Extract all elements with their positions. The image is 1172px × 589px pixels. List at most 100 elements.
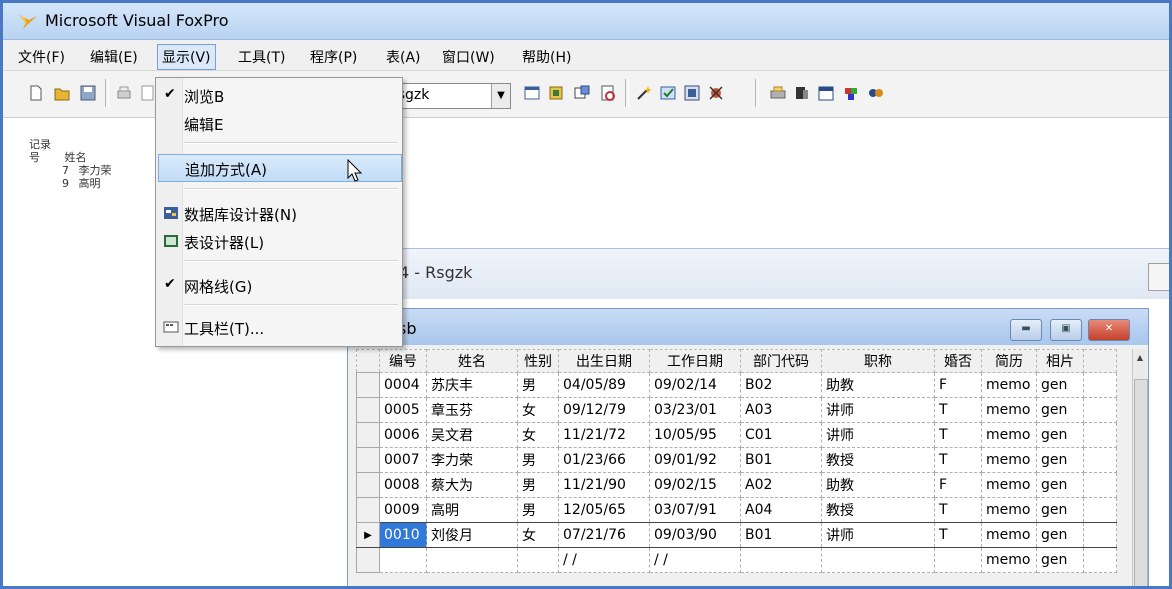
grid-cell[interactable]: gen: [1036, 547, 1084, 573]
column-header[interactable]: 编号: [379, 349, 427, 373]
menu-table[interactable]: 表(A): [383, 46, 424, 68]
menu-item-browse[interactable]: ✔ 浏览B: [158, 82, 400, 108]
calendar-icon[interactable]: [817, 84, 835, 102]
grid-cell[interactable]: memo: [981, 522, 1037, 548]
maximize-button[interactable]: ▣: [1050, 319, 1082, 341]
row-selector[interactable]: [356, 372, 380, 398]
wizard-icon[interactable]: [635, 84, 653, 102]
grid-cell[interactable]: gen: [1036, 447, 1084, 473]
grid-cell[interactable]: memo: [981, 447, 1037, 473]
grid-cell[interactable]: B01: [740, 447, 822, 473]
grid-cell[interactable]: 11/21/72: [558, 422, 650, 448]
grid-cell[interactable]: [379, 547, 427, 573]
row-selector[interactable]: [356, 497, 380, 523]
column-header[interactable]: 相片: [1036, 349, 1084, 373]
close-button[interactable]: ✕: [1088, 319, 1130, 341]
grid-cell[interactable]: memo: [981, 472, 1037, 498]
scrollbar-thumb[interactable]: [1134, 379, 1148, 586]
column-header[interactable]: 简历: [981, 349, 1037, 373]
code-icon[interactable]: [683, 84, 701, 102]
grid-cell[interactable]: memo: [981, 372, 1037, 398]
grid-cell[interactable]: / /: [649, 547, 741, 573]
table-row[interactable]: 0005 章玉芬 女 09/12/79 03/23/01 A03 讲师 T me…: [356, 397, 1117, 423]
grid-cell[interactable]: 吴文君: [426, 422, 518, 448]
title-bar[interactable]: Microsoft Visual FoxPro: [3, 3, 1169, 40]
grid-cell[interactable]: 0006: [379, 422, 427, 448]
table-row-new[interactable]: / / / / memo gen: [356, 547, 1117, 573]
grid-cell[interactable]: gen: [1036, 472, 1084, 498]
menu-item-edit[interactable]: 编辑E: [158, 110, 400, 136]
grid-cell[interactable]: F: [934, 472, 982, 498]
grid-cell[interactable]: 01/23/66: [558, 447, 650, 473]
grid-cell[interactable]: 0007: [379, 447, 427, 473]
menu-item-toolbars[interactable]: 工具栏(T)...: [158, 314, 400, 340]
grid-cell[interactable]: [934, 547, 982, 573]
grid-cell[interactable]: 教授: [821, 447, 935, 473]
grid-cell[interactable]: T: [934, 397, 982, 423]
grid-cell[interactable]: [821, 547, 935, 573]
grid-cell[interactable]: A02: [740, 472, 822, 498]
grid-cell[interactable]: 09/03/90: [649, 522, 741, 548]
restore-button[interactable]: [1148, 263, 1169, 291]
report-designer-icon[interactable]: [599, 84, 617, 102]
minimize-button[interactable]: ▬: [1010, 319, 1042, 341]
scroll-up-arrow-icon[interactable]: ▲: [1133, 353, 1147, 362]
table-row-current[interactable]: ▶ 0010 刘俊月 女 07/21/76 09/03/90 B01 讲师 T …: [356, 522, 1117, 548]
column-header[interactable]: 部门代码: [740, 349, 822, 373]
grid-cell[interactable]: A04: [740, 497, 822, 523]
grid-cell[interactable]: 12/05/65: [558, 497, 650, 523]
form-designer-icon[interactable]: [573, 84, 591, 102]
grid-cell[interactable]: 苏庆丰: [426, 372, 518, 398]
browse-inner-title-bar[interactable]: sb ▬ ▣ ✕: [348, 309, 1148, 345]
grid-cell[interactable]: 男: [517, 472, 559, 498]
menu-item-database-designer[interactable]: 数据库设计器(N): [158, 200, 400, 226]
grid-cell[interactable]: 03/23/01: [649, 397, 741, 423]
grid-cell[interactable]: T: [934, 497, 982, 523]
grid-cell[interactable]: 0005: [379, 397, 427, 423]
grid-cell[interactable]: gen: [1036, 522, 1084, 548]
grid-cell[interactable]: A03: [740, 397, 822, 423]
palette-icon[interactable]: [843, 84, 861, 102]
grid-cell[interactable]: 教授: [821, 497, 935, 523]
grid-cell[interactable]: F: [934, 372, 982, 398]
grid-cell[interactable]: 10/05/95: [649, 422, 741, 448]
grid-cell[interactable]: gen: [1036, 372, 1084, 398]
grid-cell[interactable]: 蔡大为: [426, 472, 518, 498]
grid-cell[interactable]: 04/05/89: [558, 372, 650, 398]
grid-cell[interactable]: T: [934, 447, 982, 473]
table-row[interactable]: 0004 苏庆丰 男 04/05/89 09/02/14 B02 助教 F me…: [356, 372, 1117, 398]
row-selector[interactable]: [356, 447, 380, 473]
column-header[interactable]: 姓名: [426, 349, 518, 373]
grid-cell[interactable]: C01: [740, 422, 822, 448]
table-row[interactable]: 0006 吴文君 女 11/21/72 10/05/95 C01 讲师 T me…: [356, 422, 1117, 448]
vertical-scrollbar[interactable]: ▲: [1132, 349, 1148, 586]
print-report-icon[interactable]: [769, 84, 787, 102]
grid-cell[interactable]: 男: [517, 372, 559, 398]
row-selector[interactable]: [356, 472, 380, 498]
save-icon[interactable]: [79, 84, 97, 102]
grid-cell[interactable]: 11/21/90: [558, 472, 650, 498]
grid-cell[interactable]: 讲师: [821, 397, 935, 423]
grid-cell[interactable]: 女: [517, 397, 559, 423]
grid-cell[interactable]: 09/01/92: [649, 447, 741, 473]
column-header[interactable]: 婚否: [934, 349, 982, 373]
grid-cell[interactable]: gen: [1036, 397, 1084, 423]
data-session-icon[interactable]: [547, 84, 565, 102]
grid-cell[interactable]: 男: [517, 447, 559, 473]
grid-cell[interactable]: 章玉芬: [426, 397, 518, 423]
grid-cell[interactable]: 09/02/15: [649, 472, 741, 498]
grid-cell[interactable]: / /: [558, 547, 650, 573]
grid-cell[interactable]: 0004: [379, 372, 427, 398]
grid-cell[interactable]: memo: [981, 547, 1037, 573]
grid-cell[interactable]: memo: [981, 422, 1037, 448]
grid-cell[interactable]: [426, 547, 518, 573]
menu-item-gridlines[interactable]: ✔ 网格线(G): [158, 272, 400, 298]
menu-edit[interactable]: 编辑(E): [87, 46, 141, 68]
grid-cell[interactable]: gen: [1036, 497, 1084, 523]
print-icon[interactable]: [115, 84, 133, 102]
menu-item-table-designer[interactable]: 表设计器(L): [158, 228, 400, 254]
grid-cell[interactable]: 刘俊月: [426, 522, 518, 548]
menu-program[interactable]: 程序(P): [307, 46, 360, 68]
grid-cell[interactable]: 09/12/79: [558, 397, 650, 423]
grid-cell[interactable]: memo: [981, 497, 1037, 523]
